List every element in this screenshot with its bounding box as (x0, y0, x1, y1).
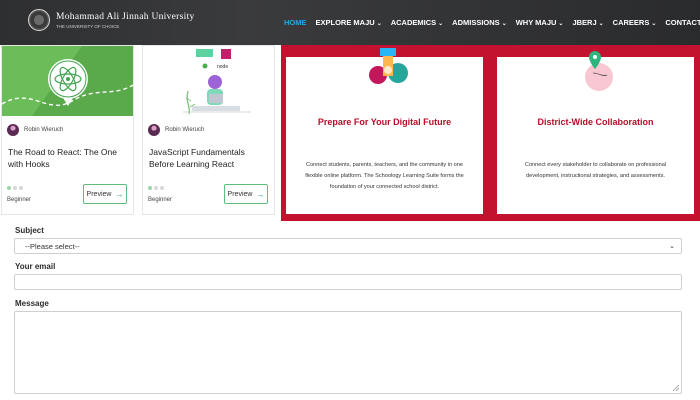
logo-tagline: THE UNIVERSITY OF CHOICE (56, 23, 120, 29)
panel-title: Prepare For Your Digital Future (317, 117, 452, 127)
course-card[interactable]: Robin Wieruch The Road to React: The One… (1, 45, 134, 215)
main-menu: HOME EXPLORE MAJU ⌄ ACADEMICS ⌄ ADMISSIONS… (284, 17, 700, 27)
panel-title: District-Wide Collaboration (537, 117, 654, 127)
course-author: Robin Wieruch (148, 124, 274, 136)
chevron-down-icon: ⌄ (438, 20, 444, 27)
difficulty-dots (148, 186, 166, 190)
chevron-down-icon: ⌄ (651, 20, 657, 27)
digital-future-illustration (369, 48, 408, 84)
chevron-down-icon: ⌄ (501, 20, 507, 27)
developer-laptop-illustration: node (183, 49, 251, 115)
nav-jberj[interactable]: JBERJ ⌄ (572, 18, 603, 27)
chevron-down-icon: ⌄ (598, 20, 604, 27)
course-level: Beginner (7, 197, 32, 203)
nav-academics[interactable]: ACADEMICS ⌄ (391, 18, 443, 27)
email-field[interactable] (14, 274, 682, 290)
course-title[interactable]: The Road to React: The One with Hooks (8, 146, 127, 182)
map-pin-illustration (585, 51, 613, 91)
course-author: Robin Wieruch (7, 124, 133, 136)
subject-label: Subject (15, 226, 44, 235)
arrow-right-icon: → (115, 189, 124, 199)
difficulty-dots (7, 186, 25, 190)
nav-why-maju[interactable]: WHY MAJU ⌄ (516, 18, 564, 27)
avatar (148, 124, 160, 136)
react-atom-icon (2, 46, 133, 116)
message-textarea[interactable] (14, 311, 682, 394)
course-card[interactable]: node Robin Wieruch JavaScript Fundamenta… (142, 45, 275, 215)
panel-description: Connect every stakeholder to collaborate… (524, 162, 667, 179)
panel-description: Connect students, parents, teachers, and… (305, 162, 464, 190)
preview-button[interactable]: Preview → (83, 184, 127, 204)
logo-name: Mohammad Ali Jinnah University (56, 11, 195, 22)
subject-selected-value: --Please select-- (25, 242, 80, 251)
chevron-down-icon: ⌄ (376, 20, 382, 27)
message-label: Message (15, 299, 49, 308)
nav-careers[interactable]: CAREERS ⌄ (613, 18, 657, 27)
avatar (7, 124, 19, 136)
author-name: Robin Wieruch (165, 127, 205, 133)
nav-explore-maju[interactable]: EXPLORE MAJU ⌄ (316, 18, 382, 27)
nav-contact[interactable]: CONTACT (665, 18, 700, 27)
university-seal-icon (28, 9, 50, 31)
chevron-down-icon: ⌄ (669, 243, 675, 250)
feature-panel: Prepare For Your Digital Future Connect … (286, 48, 483, 214)
feature-banner: Prepare For Your Digital Future Connect … (281, 45, 700, 221)
email-label: Your email (15, 262, 56, 271)
resize-handle-icon[interactable] (673, 385, 679, 391)
node-tag: node (217, 64, 228, 70)
course-thumbnail: node (143, 46, 274, 116)
nav-home[interactable]: HOME (284, 18, 307, 27)
subject-select[interactable]: --Please select-- ⌄ (14, 238, 682, 254)
feature-panel: District-Wide Collaboration Connect ever… (497, 51, 694, 214)
chevron-down-icon: ⌄ (558, 20, 564, 27)
course-thumbnail (2, 46, 133, 116)
course-title[interactable]: JavaScript Fundamentals Before Learning … (149, 146, 268, 182)
top-navigation: Mohammad Ali Jinnah University THE UNIVE… (0, 0, 700, 45)
arrow-right-icon: → (256, 189, 265, 199)
author-name: Robin Wieruch (24, 127, 64, 133)
preview-button[interactable]: Preview → (224, 184, 268, 204)
course-level: Beginner (148, 197, 173, 203)
nav-admissions[interactable]: ADMISSIONS ⌄ (452, 18, 507, 27)
university-logo[interactable]: Mohammad Ali Jinnah University THE UNIVE… (28, 9, 195, 31)
